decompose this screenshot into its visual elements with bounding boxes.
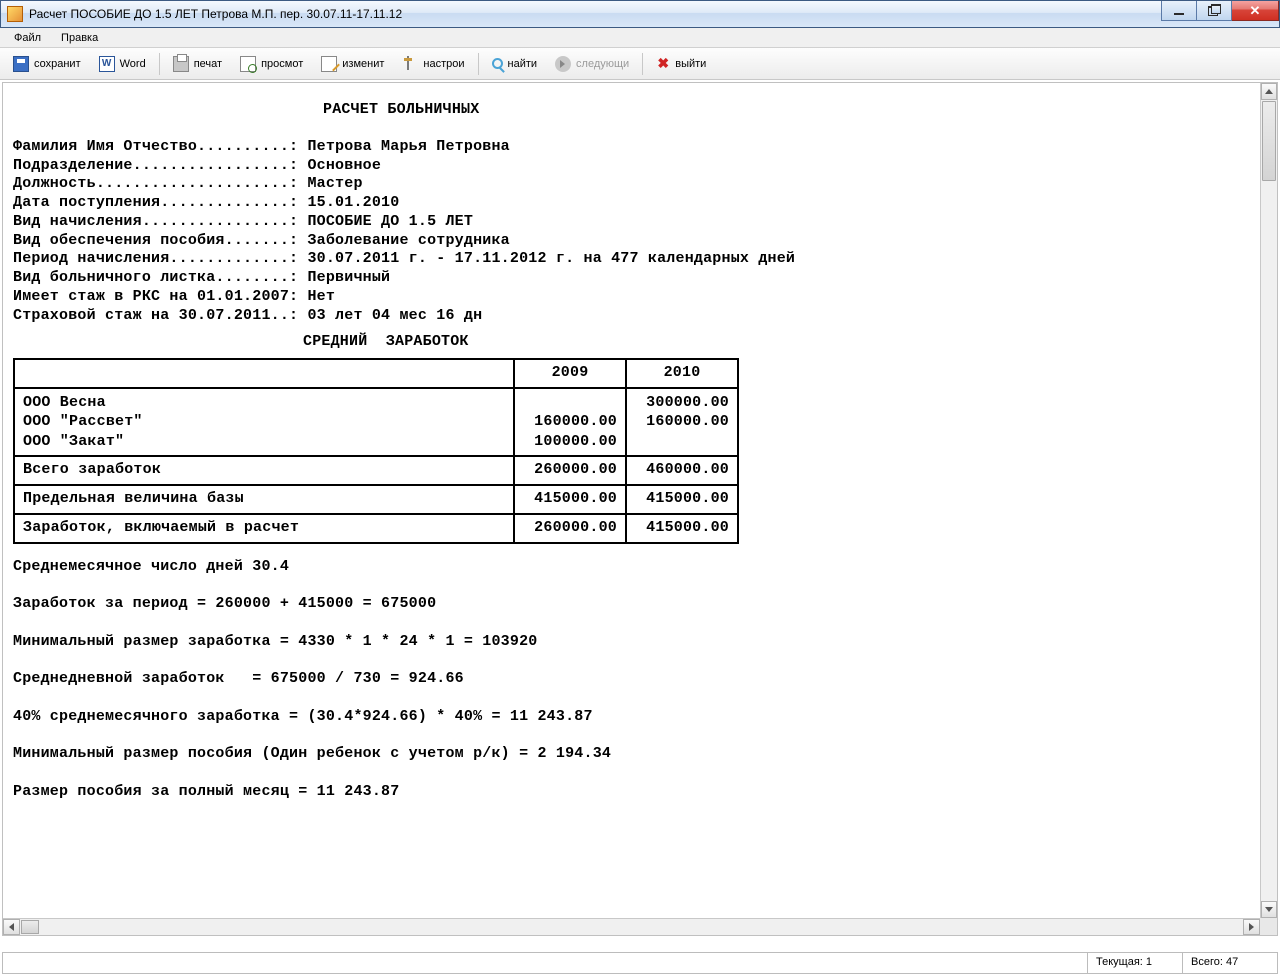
table-total-label: Всего заработок (14, 456, 514, 485)
field-insurance: Страховой стаж на 30.07.2011..: 03 лет 0… (13, 307, 1250, 326)
calc-avg-days: Среднемесячное число дней 30.4 (13, 558, 1250, 577)
statusbar-spacer (2, 952, 1088, 974)
field-fio: Фамилия Имя Отчество..........: Петрова … (13, 138, 1250, 157)
vertical-scrollbar[interactable] (1260, 83, 1277, 918)
document-body[interactable]: РАСЧЕТ БОЛЬНИЧНЫХ Фамилия Имя Отчество..… (3, 83, 1260, 918)
horizontal-scrollbar[interactable] (3, 918, 1260, 935)
save-icon (13, 56, 29, 72)
menu-file[interactable]: Файл (6, 30, 49, 46)
calc-daily-avg: Среднедневной заработок = 675000 / 730 =… (13, 670, 1250, 689)
print-button[interactable]: печат (164, 52, 231, 76)
status-total-label: Всего: (1191, 956, 1223, 968)
close-button[interactable]: ✕ (1231, 1, 1279, 21)
next-label: следующи (576, 58, 629, 70)
exit-icon (656, 56, 670, 72)
field-rks: Имеет стаж в РКС на 01.01.2007: Нет (13, 288, 1250, 307)
edit-label: изменит (342, 58, 384, 70)
table-orgs-2010: 300000.00160000.00 (626, 388, 738, 457)
word-button[interactable]: Word (90, 52, 155, 76)
calc-min-earnings: Минимальный размер заработка = 4330 * 1 … (13, 633, 1250, 652)
find-icon (492, 58, 503, 69)
word-label: Word (120, 58, 146, 70)
table-limit-2009: 415000.00 (514, 485, 626, 514)
table-included-label: Заработок, включаемый в расчет (14, 514, 514, 543)
calc-period-earnings: Заработок за период = 260000 + 415000 = … (13, 595, 1250, 614)
next-icon (555, 56, 571, 72)
document-container: РАСЧЕТ БОЛЬНИЧНЫХ Фамилия Имя Отчество..… (2, 82, 1278, 936)
earnings-heading: СРЕДНИЙ ЗАРАБОТОК (303, 333, 1250, 352)
toolbar-separator (478, 53, 479, 75)
field-sheet-type: Вид больничного листка........: Первичны… (13, 269, 1250, 288)
edit-icon (321, 56, 337, 72)
table-header-2009: 2009 (514, 359, 626, 388)
table-included-2010: 415000.00 (626, 514, 738, 543)
table-total-2009: 260000.00 (514, 456, 626, 485)
maximize-button[interactable] (1196, 1, 1232, 21)
status-current-value: 1 (1146, 956, 1152, 968)
preview-icon (240, 56, 256, 72)
table-orgs: ООО ВеснаООО "Рассвет"ООО "Закат" (14, 388, 514, 457)
table-included-2009: 260000.00 (514, 514, 626, 543)
preview-label: просмот (261, 58, 303, 70)
earnings-table: 2009 2010 ООО ВеснаООО "Рассвет"ООО "Зак… (13, 358, 739, 544)
print-label: печат (194, 58, 222, 70)
scroll-thumb-horizontal[interactable] (21, 920, 39, 934)
table-orgs-2009: 160000.00100000.00 (514, 388, 626, 457)
field-hire-date: Дата поступления..............: 15.01.20… (13, 194, 1250, 213)
find-label: найти (508, 58, 538, 70)
table-limit-2010: 415000.00 (626, 485, 738, 514)
settings-label: настрои (423, 58, 464, 70)
preview-button[interactable]: просмот (231, 52, 312, 76)
window-title: Расчет ПОСОБИЕ ДО 1.5 ЛЕТ Петрова М.П. п… (29, 7, 402, 21)
edit-button[interactable]: изменит (312, 52, 393, 76)
next-button: следующи (546, 52, 638, 76)
scroll-corner (1260, 918, 1277, 935)
statusbar: Текущая: 1 Всего: 47 (2, 952, 1278, 974)
menubar: Файл Правка (0, 28, 1280, 48)
window-titlebar: Расчет ПОСОБИЕ ДО 1.5 ЛЕТ Петрова М.П. п… (0, 0, 1280, 28)
field-accrual-type: Вид начисления................: ПОСОБИЕ … (13, 213, 1250, 232)
exit-label: выйти (675, 58, 706, 70)
window-controls: ✕ (1162, 1, 1279, 21)
table-total-2010: 460000.00 (626, 456, 738, 485)
minimize-button[interactable] (1161, 1, 1197, 21)
menu-edit[interactable]: Правка (53, 30, 106, 46)
print-icon (173, 56, 189, 72)
field-dept: Подразделение.................: Основное (13, 157, 1250, 176)
settings-button[interactable]: настрои (393, 52, 473, 76)
status-current-label: Текущая: (1096, 956, 1143, 968)
calc-40pct: 40% среднемесячного заработка = (30.4*92… (13, 708, 1250, 727)
status-current: Текущая: 1 (1088, 952, 1183, 974)
find-button[interactable]: найти (483, 54, 547, 74)
word-icon (99, 56, 115, 72)
save-label: сохранит (34, 58, 81, 70)
scroll-down-button[interactable] (1261, 901, 1277, 918)
doc-heading: РАСЧЕТ БОЛЬНИЧНЫХ (323, 101, 1250, 120)
calc-full-month: Размер пособия за полный месяц = 11 243.… (13, 783, 1250, 802)
status-total-value: 47 (1226, 956, 1238, 968)
settings-icon (402, 56, 418, 72)
exit-button[interactable]: выйти (647, 52, 715, 76)
scroll-thumb-vertical[interactable] (1262, 101, 1276, 181)
field-position: Должность.....................: Мастер (13, 175, 1250, 194)
field-benefit-type: Вид обеспечения пособия.......: Заболева… (13, 232, 1250, 251)
status-total: Всего: 47 (1183, 952, 1278, 974)
field-period: Период начисления.............: 30.07.20… (13, 250, 1250, 269)
scroll-up-button[interactable] (1261, 83, 1277, 100)
calc-min-benefit: Минимальный размер пособия (Один ребенок… (13, 745, 1250, 764)
save-button[interactable]: сохранит (4, 52, 90, 76)
app-icon (7, 6, 23, 22)
toolbar-separator (159, 53, 160, 75)
toolbar: сохранит Word печат просмот изменит наст… (0, 48, 1280, 80)
table-header-blank (14, 359, 514, 388)
scroll-right-button[interactable] (1243, 919, 1260, 935)
table-header-2010: 2010 (626, 359, 738, 388)
scroll-left-button[interactable] (3, 919, 20, 935)
toolbar-separator (642, 53, 643, 75)
table-limit-label: Предельная величина базы (14, 485, 514, 514)
